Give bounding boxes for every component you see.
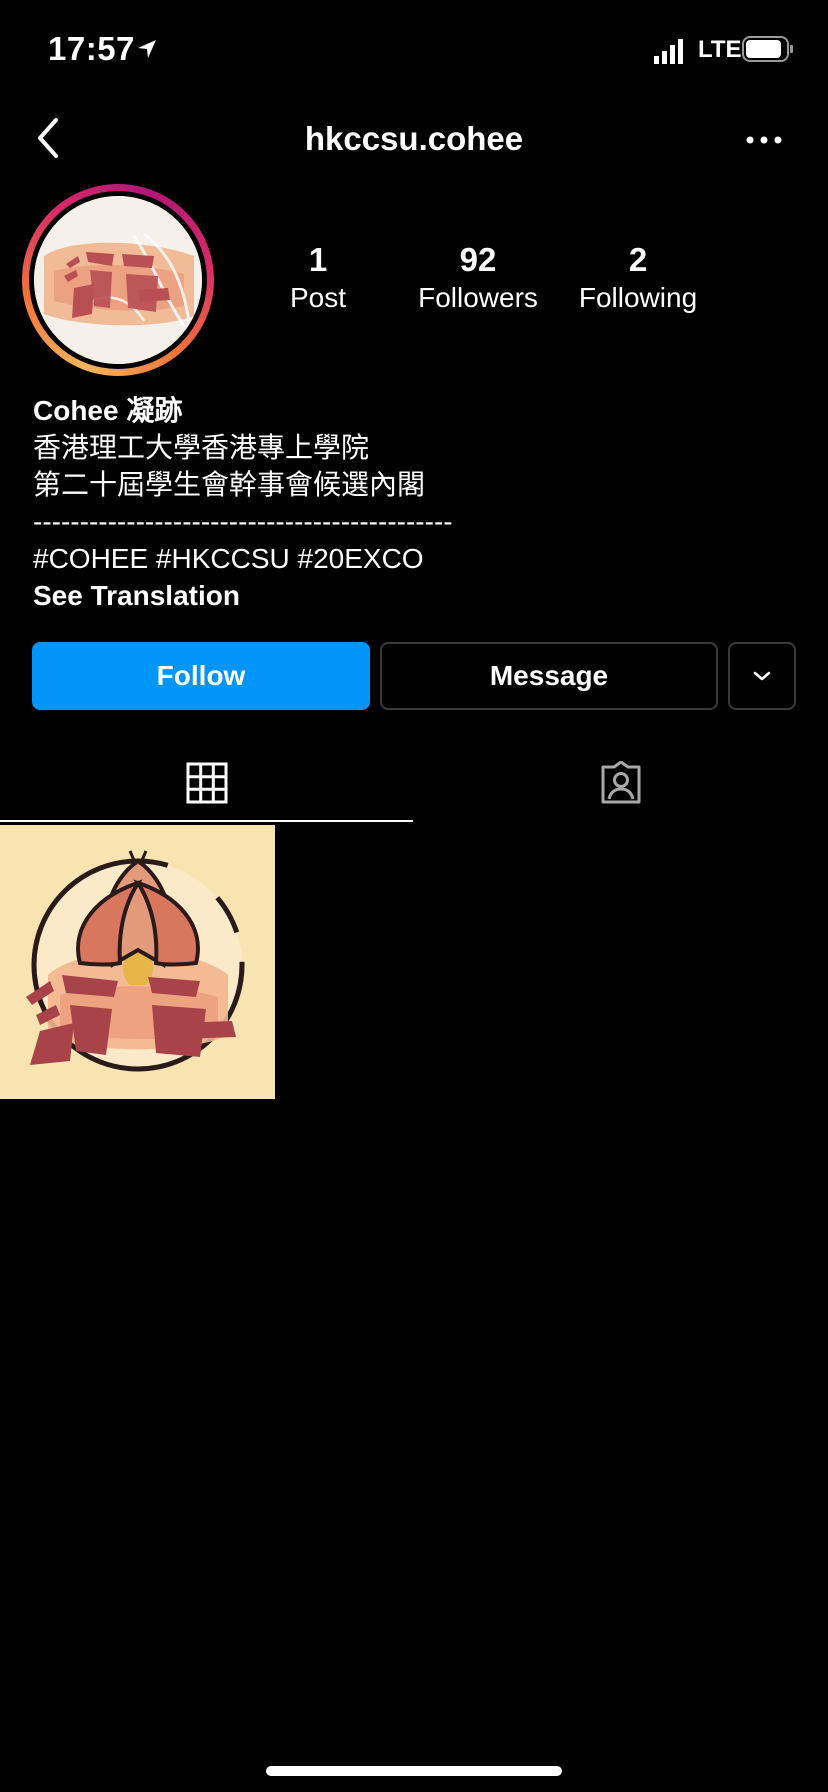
profile-username-title: hkccsu.cohee bbox=[304, 120, 524, 157]
bio-divider: ----------------------------------------… bbox=[33, 506, 453, 537]
bio-line-1: 香港理工大學香港專上學院 bbox=[33, 432, 370, 463]
tab-tagged[interactable] bbox=[413, 744, 828, 822]
ellipsis-icon[interactable] bbox=[744, 130, 784, 150]
following-count[interactable]: 2 Following bbox=[568, 240, 708, 316]
following-count-value: 2 bbox=[628, 241, 648, 278]
display-name: Cohee 凝跡 bbox=[33, 395, 183, 426]
followers-count-label: Followers bbox=[418, 282, 538, 313]
cellular-signal-icon bbox=[654, 39, 683, 64]
following-count-label: Following bbox=[578, 282, 698, 313]
chevron-down-icon bbox=[753, 671, 771, 681]
avatar[interactable] bbox=[34, 196, 202, 364]
status-time: 17:57 bbox=[48, 30, 135, 67]
suggested-accounts-button[interactable] bbox=[728, 642, 796, 710]
bio-line-2: 第二十屆學生會幹事會候選內閣 bbox=[33, 469, 426, 500]
tagged-person-icon bbox=[601, 761, 640, 804]
follow-button[interactable]: Follow bbox=[32, 642, 370, 710]
see-translation-link[interactable]: See Translation bbox=[33, 577, 793, 614]
cohee-logo-avatar bbox=[34, 196, 202, 364]
network-type: LTE bbox=[698, 36, 742, 63]
bio-hashtags[interactable]: #COHEE #HKCCSU #20EXCO bbox=[33, 540, 793, 577]
active-tab-indicator bbox=[0, 820, 413, 822]
home-indicator[interactable] bbox=[266, 1766, 562, 1776]
message-button[interactable]: Message bbox=[380, 642, 718, 710]
posts-count-value: 1 bbox=[308, 241, 328, 278]
cohee-logo-post bbox=[0, 825, 275, 1099]
grid-icon bbox=[186, 762, 227, 804]
tab-posts-grid[interactable] bbox=[0, 744, 413, 822]
posts-count[interactable]: 1 Post bbox=[258, 240, 378, 316]
followers-count-value: 92 bbox=[459, 241, 497, 278]
battery-icon bbox=[742, 36, 793, 62]
profile-bio: Cohee 凝跡 香港理工大學香港專上學院 第二十屆學生會幹事會候選內閣 ---… bbox=[33, 392, 793, 614]
posts-count-label: Post bbox=[289, 282, 347, 313]
post-thumbnail[interactable] bbox=[0, 825, 275, 1099]
followers-count[interactable]: 92 Followers bbox=[408, 240, 548, 316]
location-arrow-icon bbox=[138, 40, 156, 58]
